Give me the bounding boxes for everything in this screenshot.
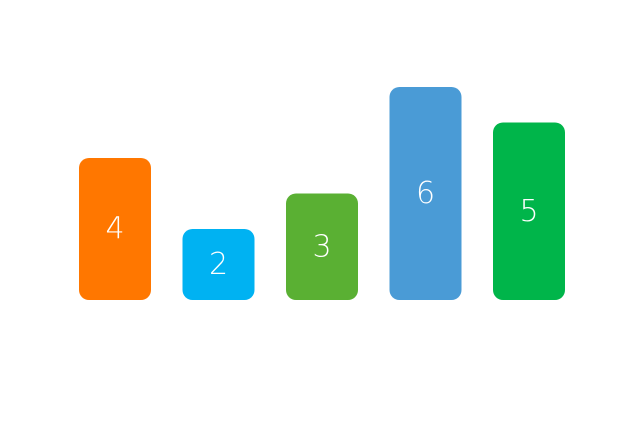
bars-layer	[79, 87, 565, 300]
bar-label-4: 5	[519, 194, 538, 229]
bar-chart: 4 2 3 6 5	[79, 87, 565, 300]
bar-label-1: 2	[209, 247, 228, 282]
bar-label-0: 4	[105, 212, 124, 247]
bar-label-3: 6	[416, 176, 435, 211]
bar-label-2: 3	[312, 229, 331, 264]
